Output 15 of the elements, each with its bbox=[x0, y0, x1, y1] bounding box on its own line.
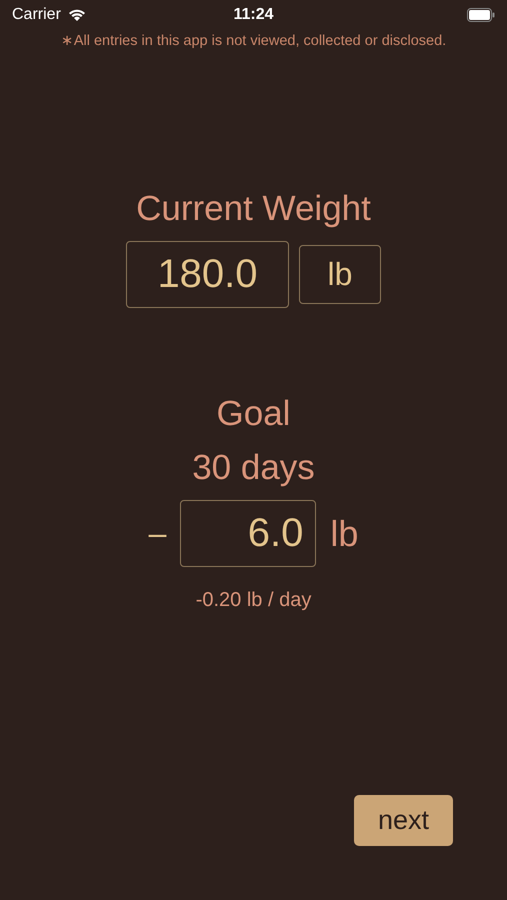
privacy-notice: ∗All entries in this app is not viewed, collected or disclosed. bbox=[60, 32, 446, 49]
goal-period: 30 days bbox=[192, 448, 315, 488]
minus-sign: – bbox=[148, 515, 166, 552]
goal-title: Goal bbox=[216, 394, 290, 434]
daily-rate-label: -0.20 lb / day bbox=[196, 589, 312, 612]
wifi-icon bbox=[66, 8, 87, 22]
goal-unit-label: lb bbox=[330, 512, 358, 554]
unit-button[interactable]: lb bbox=[299, 245, 381, 304]
current-weight-title: Current Weight bbox=[136, 189, 371, 229]
weight-input-field[interactable]: 180.0 bbox=[126, 241, 289, 308]
status-time: 11:24 bbox=[233, 6, 274, 24]
goal-input-field[interactable]: 6.0 bbox=[180, 500, 316, 567]
carrier-label: Carrier bbox=[12, 6, 61, 24]
battery-icon bbox=[467, 8, 495, 22]
next-button[interactable]: next bbox=[354, 795, 453, 846]
